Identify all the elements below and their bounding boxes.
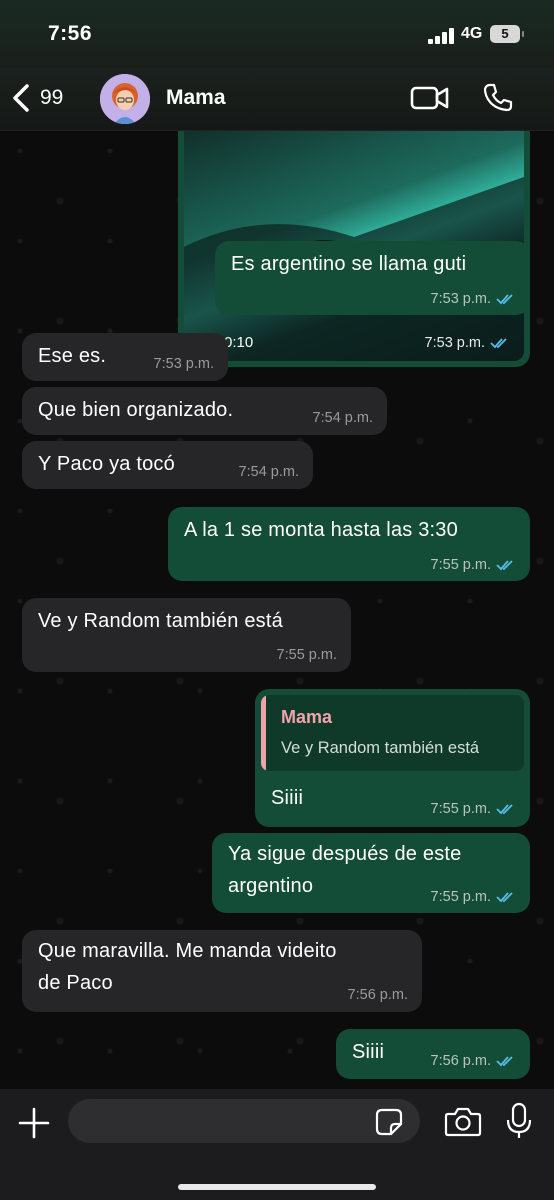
quote-author: Mama bbox=[281, 707, 333, 727]
contact-name[interactable]: Mama bbox=[166, 86, 226, 110]
message-text-line-1: Que maravilla. Me manda videito bbox=[38, 940, 337, 962]
message-meta: 7:53 p.m. bbox=[431, 291, 516, 307]
message-meta: 7:55 p.m. bbox=[431, 801, 516, 817]
double-check-icon bbox=[496, 892, 513, 903]
message-outgoing[interactable]: Ya sigue después de este argentino 7:55 … bbox=[212, 833, 530, 913]
message-time: 7:56 p.m. bbox=[430, 1053, 491, 1069]
message-time: 7:55 p.m. bbox=[430, 801, 491, 817]
message-composer bbox=[0, 1089, 554, 1200]
message-outgoing[interactable]: A la 1 se monta hasta las 3:30 7:55 p.m. bbox=[168, 507, 530, 581]
message-meta: 7:55 p.m. bbox=[277, 647, 337, 663]
message-text: Ese es. bbox=[38, 345, 107, 367]
unread-count: 99 bbox=[40, 86, 64, 109]
message-meta: 7:56 p.m. bbox=[348, 987, 408, 1003]
message-text: Ve y Random también está bbox=[38, 610, 283, 632]
message-incoming[interactable]: Que maravilla. Me manda videito de Paco … bbox=[22, 930, 422, 1012]
message-time: 7:55 p.m. bbox=[430, 889, 491, 905]
sticker-icon bbox=[375, 1108, 403, 1136]
message-incoming[interactable]: Y Paco ya tocó 7:54 p.m. bbox=[22, 441, 313, 489]
chat-header: 99 Mama bbox=[0, 68, 554, 131]
message-incoming[interactable]: Ese es. 7:53 p.m. bbox=[22, 333, 228, 381]
avatar[interactable] bbox=[100, 74, 150, 124]
message-text-line-1: Ya sigue después de este bbox=[228, 843, 462, 865]
status-bar: 7:56 4G 5 bbox=[0, 0, 554, 68]
double-check-icon bbox=[490, 338, 507, 349]
plus-icon bbox=[18, 1107, 50, 1139]
message-text: Es argentino se llama guti bbox=[231, 253, 467, 275]
signal-strength-icon bbox=[428, 28, 456, 44]
message-incoming[interactable]: Ve y Random también está 7:55 p.m. bbox=[22, 598, 351, 672]
chevron-left-icon bbox=[13, 84, 29, 112]
attach-button[interactable] bbox=[14, 1103, 54, 1143]
message-text-line-2: argentino bbox=[228, 875, 314, 897]
voice-call-button[interactable] bbox=[478, 80, 518, 116]
message-meta: 7:53 p.m. bbox=[425, 335, 510, 351]
message-text: Siiii bbox=[352, 1041, 385, 1063]
network-type: 4G bbox=[461, 25, 483, 42]
message-outgoing[interactable]: Siiii 7:56 p.m. bbox=[336, 1029, 530, 1079]
quote-accent-bar bbox=[261, 695, 266, 771]
message-text: A la 1 se monta hasta las 3:30 bbox=[184, 519, 458, 541]
video-duration-text: 0:10 bbox=[224, 334, 254, 351]
microphone-icon bbox=[506, 1102, 532, 1138]
message-time: 7:55 p.m. bbox=[430, 557, 491, 573]
message-meta: 7:56 p.m. bbox=[431, 1053, 516, 1069]
video-camera-icon bbox=[410, 86, 449, 110]
message-meta: 7:54 p.m. bbox=[239, 464, 299, 480]
message-outgoing-reply[interactable]: Mama Ve y Random también está Siiii 7:55… bbox=[255, 689, 530, 827]
double-check-icon bbox=[496, 804, 513, 815]
message-time: 7:53 p.m. bbox=[424, 335, 485, 351]
battery-icon: 5 bbox=[490, 25, 524, 43]
double-check-icon bbox=[496, 560, 513, 571]
message-text: Que bien organizado. bbox=[38, 399, 234, 421]
camera-button[interactable] bbox=[444, 1105, 482, 1139]
message-text-line-2: de Paco bbox=[38, 972, 113, 994]
message-meta: 7:55 p.m. bbox=[431, 557, 516, 573]
message-outgoing[interactable]: Es argentino se llama guti 7:53 p.m. bbox=[215, 241, 530, 315]
message-meta: 7:54 p.m. bbox=[313, 410, 373, 426]
message-time: 7:54 p.m. bbox=[238, 464, 299, 480]
message-time: 7:54 p.m. bbox=[312, 410, 373, 426]
status-time: 7:56 bbox=[48, 22, 93, 45]
double-check-icon bbox=[496, 1056, 513, 1067]
quoted-message[interactable]: Mama Ve y Random también está bbox=[261, 695, 524, 771]
microphone-button[interactable] bbox=[504, 1101, 534, 1141]
sticker-button[interactable] bbox=[374, 1107, 404, 1137]
message-meta: 7:55 p.m. bbox=[431, 889, 516, 905]
message-time: 7:53 p.m. bbox=[430, 291, 491, 307]
message-meta: 7:53 p.m. bbox=[154, 356, 214, 372]
phone-icon bbox=[483, 83, 513, 112]
message-time: 7:55 p.m. bbox=[276, 647, 337, 663]
message-time: 7:53 p.m. bbox=[153, 356, 214, 372]
double-check-icon bbox=[496, 294, 513, 305]
message-text: Y Paco ya tocó bbox=[38, 453, 175, 475]
home-indicator[interactable] bbox=[178, 1184, 376, 1190]
avatar-illustration bbox=[100, 74, 150, 124]
quote-text: Ve y Random también está bbox=[281, 739, 480, 757]
message-input[interactable] bbox=[68, 1099, 420, 1143]
message-time: 7:56 p.m. bbox=[347, 987, 408, 1003]
message-incoming[interactable]: Que bien organizado. 7:54 p.m. bbox=[22, 387, 387, 435]
back-button[interactable]: 99 bbox=[8, 76, 63, 120]
camera-icon bbox=[444, 1107, 482, 1137]
chat-area[interactable]: 0:10 7:53 p.m. Es argentino se llama gut… bbox=[0, 131, 554, 1089]
video-call-button[interactable] bbox=[410, 80, 450, 116]
message-text: Siiii bbox=[271, 787, 304, 809]
